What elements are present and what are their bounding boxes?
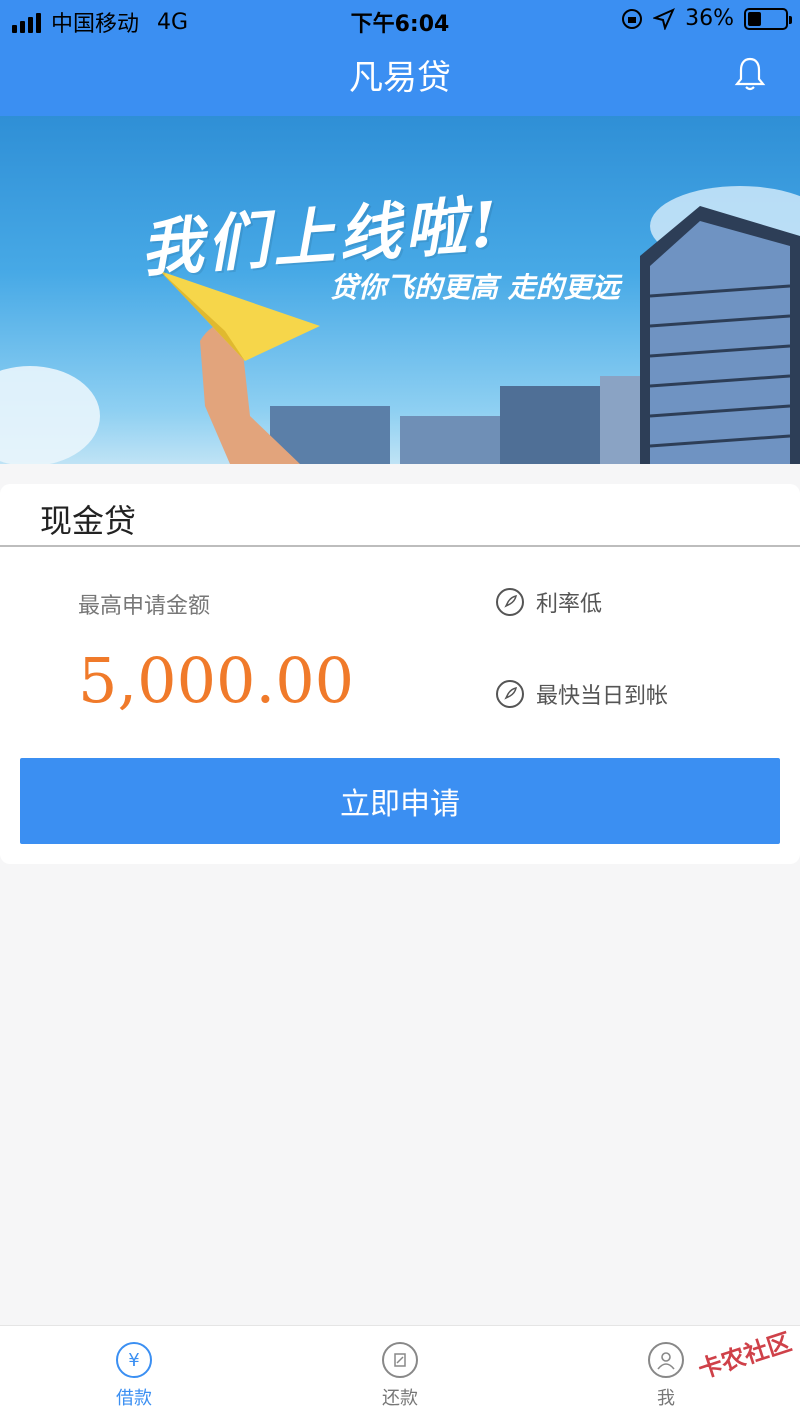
- orientation-lock-icon: [622, 8, 643, 29]
- status-bar: 中国移动 4G 下午6:04 36%: [0, 0, 800, 40]
- location-icon: [653, 7, 676, 30]
- max-amount-value: 5,000.00: [78, 644, 355, 717]
- bell-icon[interactable]: [734, 56, 766, 92]
- feature-label: 利率低: [536, 592, 603, 617]
- banner-slogan: 贷你飞的更高 走的更远: [330, 271, 620, 304]
- tab-borrow[interactable]: ¥ 借款: [74, 1342, 194, 1410]
- tab-bar: ¥ 借款 还款 我: [0, 1325, 800, 1423]
- tab-label: 我: [657, 1388, 675, 1409]
- user-icon: [648, 1342, 684, 1378]
- rocket-icon: [496, 588, 524, 616]
- money-bag-icon: ¥: [116, 1342, 152, 1378]
- repay-icon: [382, 1342, 418, 1378]
- feature-low-rate: 利率低: [496, 586, 602, 618]
- tab-label: 还款: [382, 1388, 418, 1409]
- feature-same-day: 最快当日到帐: [496, 678, 668, 710]
- page-title: 凡易贷: [349, 58, 451, 98]
- cash-loan-card: 现金贷 最高申请金额 5,000.00 利率低 最快当日到帐 立即申请: [0, 484, 800, 864]
- battery-icon: [744, 7, 792, 30]
- feature-label: 最快当日到帐: [536, 684, 669, 709]
- tab-label: 借款: [116, 1388, 152, 1409]
- top-bar: 中国移动 4G 下午6:04 36% 凡易贷: [0, 0, 800, 116]
- rocket-icon: [496, 680, 524, 708]
- max-amount-label: 最高申请金额: [78, 594, 211, 619]
- promo-banner[interactable]: 我们上线啦! 贷你飞的更高 走的更远: [0, 116, 800, 464]
- battery-percent: 36%: [685, 6, 734, 31]
- divider: [0, 545, 800, 547]
- apply-now-button[interactable]: 立即申请: [20, 758, 780, 844]
- battery-fill: [748, 11, 761, 26]
- card-title: 现金贷: [40, 502, 137, 540]
- tab-repay[interactable]: 还款: [340, 1342, 460, 1410]
